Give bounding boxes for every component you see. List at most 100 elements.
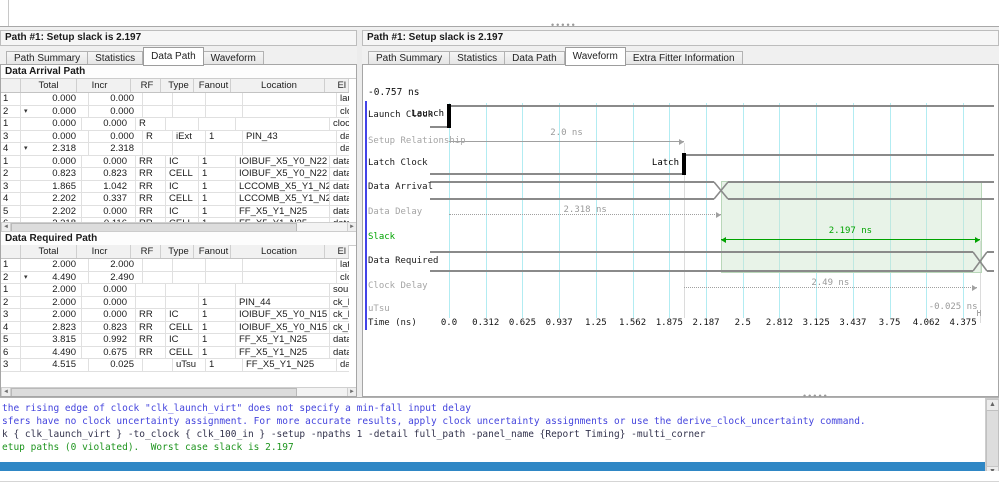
required-row-9[interactable]: 34.5150.025uTsu1FF_X5_Y1_N25data_latched… [1,359,349,372]
arrival-col-location[interactable]: Location [231,79,325,92]
required-row-3[interactable]: 12.0000.000source latency [1,284,349,297]
launch-edge-label: Launch [402,109,444,119]
wave-row-label-time-ns: Time (ns) [368,318,417,328]
arrival-row-7[interactable]: 20.8230.823RRCELL1IOIBUF_X5_Y0_N22data~i… [1,168,349,181]
cell-element: latch edge time [337,259,349,271]
cell-fanout [206,272,243,284]
console-splitter-handle[interactable]: ••••• [803,393,829,399]
cell-location [243,143,337,155]
vscroll-thumb[interactable] [986,410,999,467]
scroll-right-icon[interactable]: ► [347,388,356,397]
time-tick-4-375: 4.375 [943,318,983,328]
cell-fanout: 1 [206,359,243,371]
required-row-5[interactable]: 32.0000.000RRIC1IOIBUF_X5_Y0_N15ck_latch… [1,309,349,322]
cell-total: 2.823 [21,322,82,334]
cell-type [173,143,206,155]
console-hscrollbar-thumb[interactable] [0,462,985,471]
clock-high-rail [686,154,994,156]
arrival-row-9[interactable]: 42.2020.337RRCELL1LCCOMB_X5_Y1_N24data_l… [1,193,349,206]
required-row-8[interactable]: 64.4900.675RRCELL1FF_X5_Y1_N25data_latch… [1,347,349,360]
cell-type [173,259,206,271]
required-col-el[interactable]: El [325,245,349,258]
required-col-num[interactable] [1,245,21,258]
time-tick-1-562: 1.562 [613,318,653,328]
required-row-2[interactable]: 24.490▾2.490clock path [1,272,349,285]
required-col-incr[interactable]: Incr [77,245,131,258]
required-row-7[interactable]: 53.8150.992RRIC1FF_X5_Y1_N25data_latched… [1,334,349,347]
cell-rf: RR [136,206,166,218]
arrival-col-num[interactable] [1,79,21,92]
required-hscrollbar[interactable]: ◄ ► [1,387,357,397]
cell-location: LCCOMB_X5_Y1_N24 [236,181,330,193]
required-row-6[interactable]: 42.8230.823RRCELL1IOIBUF_X5_Y0_N15ck_lat… [1,322,349,335]
time-tick-1-25: 1.25 [576,318,616,328]
time-tick-0-625: 0.625 [502,318,542,328]
time-tick-1-875: 1.875 [649,318,689,328]
cell-num: 3 [1,131,21,143]
collapse-expander-icon[interactable]: ▾ [24,272,28,284]
horizontal-splitter-handle[interactable]: ••••• [551,22,577,28]
clock-low-rail [430,173,682,175]
arrival-row-6[interactable]: 10.0000.000RRIC1IOIBUF_X5_Y0_N22data~inp… [1,156,349,169]
required-col-fanout[interactable]: Fanout [194,245,231,258]
arrival-row-2[interactable]: 20.000▾0.000clock path [1,106,349,119]
arrival-col-total[interactable]: Total [21,79,77,92]
required-col-location[interactable]: Location [231,245,325,258]
hscroll-thumb[interactable] [11,388,297,397]
cell-type [166,297,199,309]
required-col-type[interactable]: Type [161,245,194,258]
right-panel-header: Path #1: Setup slack is 2.197 [362,30,999,46]
left-tab-data-path[interactable]: Data Path [143,47,203,66]
cell-rf: R [136,118,166,130]
arrival-row-10[interactable]: 52.2020.000RRIC1FF_X5_Y1_N25data_latched… [1,206,349,219]
left-tabbar: Path SummaryStatisticsData PathWaveformE… [0,46,357,64]
right-report-panel: Path #1: Setup slack is 2.197 Path Summa… [362,30,999,397]
cell-type: IC [166,156,199,168]
required-row-1[interactable]: 12.0002.000latch edge time [1,259,349,272]
arrival-section-title: Data Arrival Path [1,65,356,79]
cell-type: CELL [166,347,199,359]
collapse-expander-icon[interactable]: ▾ [24,143,28,155]
right-tab-waveform[interactable]: Waveform [565,47,626,66]
arrival-row-8[interactable]: 31.8651.042RRIC1LCCOMB_X5_Y1_N24data_lat… [1,181,349,194]
scroll-left-icon[interactable]: ◄ [2,388,11,397]
arrival-row-4[interactable]: 30.0000.000RiExt1PIN_43data [1,131,349,144]
arrival-col-incr[interactable]: Incr [77,79,131,92]
cell-incr: 0.337 [82,193,136,205]
required-col-total[interactable]: Total [21,245,77,258]
cell-incr: 0.000 [82,284,136,296]
cell-element: ck_latch [330,297,349,309]
cell-num: 4 [1,193,21,205]
console-vscrollbar[interactable]: ▲ ▼ [985,398,999,479]
message-console: the rising edge of clock "clk_launch_vir… [0,397,999,467]
cell-element: data_latched~re [330,334,349,346]
cell-num: 1 [1,93,21,105]
cell-rf [143,106,173,118]
arrival-col-type[interactable]: Type [161,79,194,92]
arrival-row-3[interactable]: 10.0000.000Rclock network de [1,118,349,131]
required-col-rf[interactable]: RF [131,245,161,258]
cell-fanout: 1 [206,131,243,143]
cell-rf [136,297,166,309]
waveform-canvas[interactable]: -0.757 nsLaunch ClockLaunchSetup Relatio… [363,65,998,396]
annotation-slack: 2.197 ns [721,226,979,236]
waveform-cursor-line[interactable] [365,101,367,330]
bottom-strip [0,471,999,486]
arrival-col-el[interactable]: El [325,79,349,92]
cell-incr: 0.000 [89,131,143,143]
cell-total: 4.490▾ [21,272,89,284]
required-row-4[interactable]: 22.0000.0001PIN_44ck_latch [1,297,349,310]
cell-incr: 0.000 [82,297,136,309]
cell-location [236,118,330,130]
arrival-col-rf[interactable]: RF [131,79,161,92]
arrival-row-5[interactable]: 42.318▾2.318data path [1,143,349,156]
cell-incr: 0.992 [82,334,136,346]
cell-num: 1 [1,259,21,271]
time-tick-0-937: 0.937 [539,318,579,328]
arrival-col-fanout[interactable]: Fanout [194,79,231,92]
cell-num: 5 [1,334,21,346]
cell-num: 5 [1,206,21,218]
cell-num: 4 [1,143,21,155]
arrival-row-1[interactable]: 10.0000.000launch edge time [1,93,349,106]
collapse-expander-icon[interactable]: ▾ [24,106,28,118]
